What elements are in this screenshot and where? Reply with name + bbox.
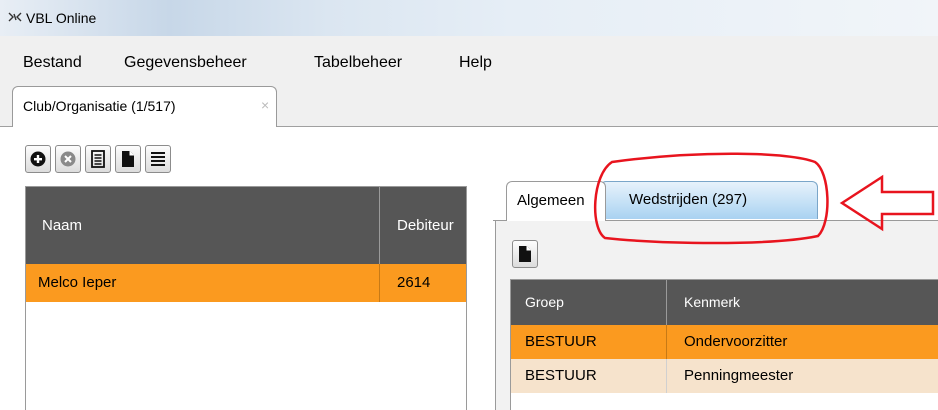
delete-icon <box>60 151 76 167</box>
menu-bar: Bestand Gegevensbeheer Tabelbeheer Help <box>0 36 938 90</box>
tab-label: Club/Organisatie (1/517) <box>23 98 176 114</box>
add-button[interactable] <box>25 145 51 173</box>
cell-divider <box>666 325 667 359</box>
cell-naam: Melco Ieper <box>38 274 117 291</box>
cell-kenmerk: Ondervoorzitter <box>684 333 788 350</box>
table-row[interactable]: BESTUUR Penningmeester <box>511 359 938 393</box>
menu-help[interactable]: Help <box>459 54 492 72</box>
column-divider[interactable] <box>666 280 667 325</box>
menu-bestand[interactable]: Bestand <box>23 54 82 72</box>
menu-gegevensbeheer[interactable]: Gegevensbeheer <box>124 54 247 72</box>
tab-wedstrijden[interactable]: Wedstrijden (297) <box>600 181 818 219</box>
window-title: VBL Online <box>26 10 97 26</box>
app-icon <box>8 12 22 22</box>
tab-club-organisatie[interactable]: Club/Organisatie (1/517) × <box>12 86 277 127</box>
details-button[interactable] <box>85 145 111 173</box>
cell-kenmerk: Penningmeester <box>684 367 794 384</box>
cell-divider <box>666 359 667 393</box>
column-header-debiteur[interactable]: Debiteur <box>397 187 454 264</box>
tab-wedstrijden-label: Wedstrijden (297) <box>629 191 748 208</box>
tab-algemeen-label: Algemeen <box>517 192 585 209</box>
add-icon <box>30 151 46 167</box>
cell-debiteur: 2614 <box>397 274 431 291</box>
grid-header: Groep Kenmerk <box>511 280 938 325</box>
new-document-button[interactable] <box>115 145 141 173</box>
grid-header: Naam Debiteur <box>26 187 466 264</box>
close-icon[interactable]: × <box>261 97 269 113</box>
club-grid: Naam Debiteur Melco Ieper 2614 <box>25 186 467 410</box>
right-new-document-button[interactable] <box>512 240 538 268</box>
column-divider[interactable] <box>379 187 380 264</box>
delete-button[interactable] <box>55 145 81 173</box>
column-header-kenmerk[interactable]: Kenmerk <box>684 280 740 325</box>
cell-divider <box>379 264 380 302</box>
column-header-groep[interactable]: Groep <box>525 280 564 325</box>
title-bar: VBL Online <box>0 0 938 36</box>
document-icon <box>122 151 134 167</box>
table-row[interactable]: BESTUUR Ondervoorzitter <box>511 325 938 359</box>
tab-algemeen[interactable]: Algemeen <box>506 181 606 221</box>
menu-tabelbeheer[interactable]: Tabelbeheer <box>314 54 402 72</box>
list-icon <box>151 152 165 166</box>
column-header-naam[interactable]: Naam <box>42 187 82 264</box>
details-icon <box>91 150 105 168</box>
cell-groep: BESTUUR <box>525 367 597 384</box>
cell-groep: BESTUUR <box>525 333 597 350</box>
list-button[interactable] <box>145 145 171 173</box>
document-icon <box>519 246 531 262</box>
kenmerk-grid: Groep Kenmerk BESTUUR Ondervoorzitter BE… <box>510 279 938 410</box>
table-row[interactable]: Melco Ieper 2614 <box>26 264 466 302</box>
